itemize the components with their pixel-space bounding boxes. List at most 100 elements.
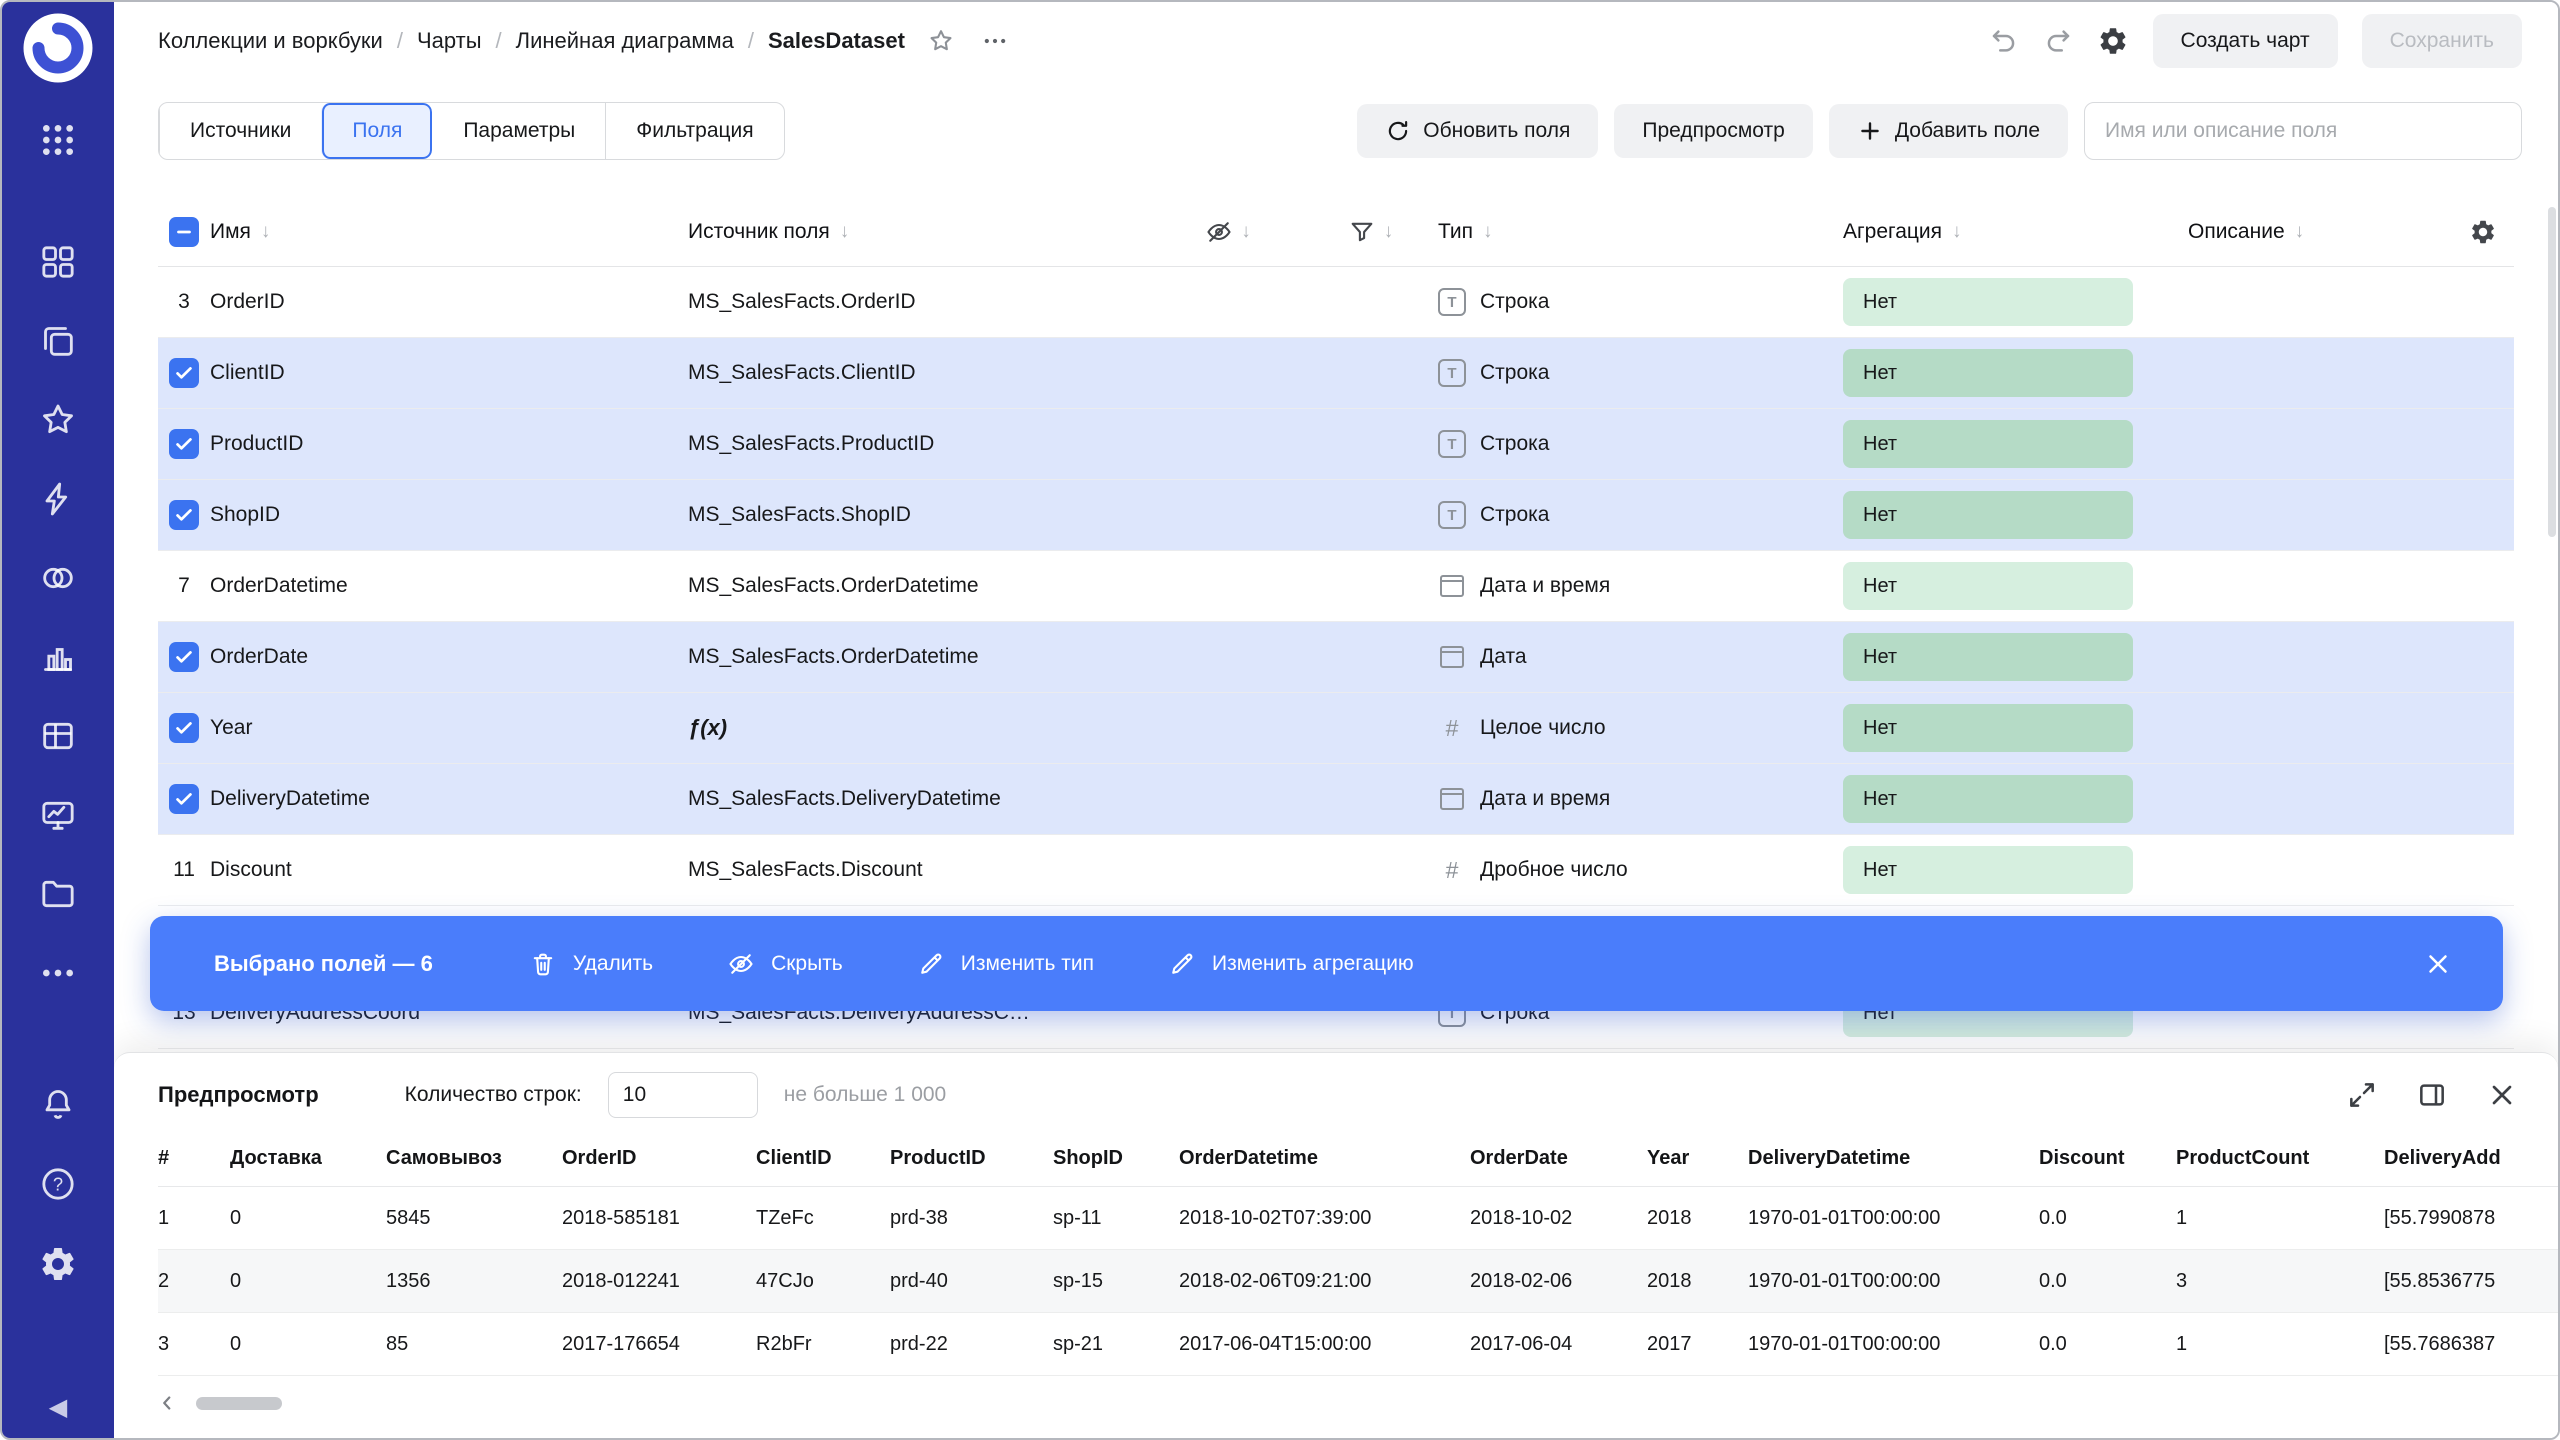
create-chart-button[interactable]: Создать чарт [2152, 14, 2338, 68]
save-button[interactable]: Сохранить [2361, 14, 2522, 68]
breadcrumb-item[interactable]: SalesDataset [768, 28, 905, 54]
dashboards-table-icon[interactable] [38, 716, 78, 756]
favorite-star-icon[interactable] [927, 27, 955, 55]
row-count-input[interactable] [607, 1072, 758, 1118]
breadcrumb-item[interactable]: Линейная диаграмма [516, 28, 734, 54]
delete-button[interactable]: Удалить [529, 950, 653, 978]
tab[interactable]: Фильтрация [605, 103, 783, 159]
table-row[interactable]: 11 Discount MS_SalesFacts.Discount Дробн… [158, 835, 2514, 906]
preview-column-header[interactable]: # [158, 1147, 230, 1170]
undo-icon[interactable] [1989, 26, 2019, 56]
collapse-sidebar-icon[interactable]: ◀ [49, 1393, 67, 1422]
row-checkbox[interactable] [169, 713, 199, 743]
row-checkbox[interactable] [169, 358, 199, 388]
table-row[interactable]: ProductID MS_SalesFacts.ProductID Строка… [158, 409, 2514, 480]
redo-icon[interactable] [2043, 26, 2073, 56]
field-search-input[interactable] [2084, 102, 2522, 160]
charts-icon[interactable] [38, 637, 78, 677]
add-field-button[interactable]: Добавить поле [1828, 104, 2068, 158]
filter-funnel-icon[interactable] [1348, 218, 1376, 246]
aggregation-badge[interactable]: Нет [1843, 349, 2133, 397]
preview-column-header[interactable]: ProductID [890, 1147, 1053, 1170]
sort-icon[interactable]: ↓ [2295, 221, 2305, 243]
scroll-left-icon[interactable] [156, 1392, 178, 1414]
column-header-name[interactable]: Имя [210, 220, 251, 244]
sort-icon[interactable]: ↓ [1483, 221, 1493, 243]
hide-button[interactable]: Скрыть [727, 950, 843, 978]
row-checkbox[interactable] [169, 642, 199, 672]
aggregation-badge[interactable]: Нет [1843, 846, 2133, 894]
sort-icon[interactable]: ↓ [840, 221, 850, 243]
preview-column-header[interactable]: Year [1647, 1147, 1748, 1170]
preview-column-header[interactable]: Доставка [230, 1147, 386, 1170]
row-checkbox[interactable] [169, 500, 199, 530]
datasets-rings-icon[interactable] [38, 558, 78, 598]
close-icon[interactable] [2423, 949, 2453, 979]
select-all-checkbox[interactable] [169, 217, 199, 247]
change-aggregation-button[interactable]: Изменить агрегацию [1168, 950, 1414, 978]
column-header-description[interactable]: Описание [2188, 220, 2285, 244]
breadcrumb-item[interactable]: Чарты [417, 28, 482, 54]
preview-column-header[interactable]: OrderID [562, 1147, 756, 1170]
dataset-settings-gear-icon[interactable] [2097, 25, 2129, 57]
column-header-source[interactable]: Источник поля [688, 220, 830, 244]
datalens-logo-icon[interactable] [22, 12, 94, 84]
table-row[interactable]: ClientID MS_SalesFacts.ClientID Строка Н… [158, 338, 2514, 409]
table-row[interactable]: DeliveryDatetime MS_SalesFacts.DeliveryD… [158, 764, 2514, 835]
aggregation-badge[interactable]: Нет [1843, 775, 2133, 823]
table-row[interactable]: 3 OrderID MS_SalesFacts.OrderID Строка [158, 267, 2514, 338]
aggregation-badge[interactable]: Нет [1843, 704, 2133, 752]
aggregation-badge[interactable]: Нет [1843, 278, 2133, 326]
refresh-fields-button[interactable]: Обновить поля [1357, 104, 1599, 158]
tab[interactable]: Параметры [432, 103, 605, 159]
help-icon[interactable]: ? [38, 1164, 78, 1204]
column-header-aggregation[interactable]: Агрегация [1843, 220, 1942, 244]
table-settings-gear-icon[interactable] [2469, 218, 2497, 246]
aggregation-badge[interactable]: Нет [1843, 491, 2133, 539]
settings-gear-icon[interactable] [38, 1244, 78, 1284]
tab[interactable]: Поля [321, 103, 433, 159]
sort-icon[interactable]: ↓ [1952, 221, 1962, 243]
preview-column-header[interactable]: OrderDate [1470, 1147, 1647, 1170]
aggregation-badge[interactable]: Нет [1843, 420, 2133, 468]
preview-column-header[interactable]: ShopID [1053, 1147, 1179, 1170]
column-header-type[interactable]: Тип [1438, 220, 1473, 244]
preview-button[interactable]: Предпросмотр [1614, 104, 1813, 158]
sort-icon[interactable]: ↓ [1384, 221, 1394, 243]
presentations-monitor-icon[interactable] [38, 795, 78, 835]
aggregation-badge[interactable]: Нет [1843, 562, 2133, 610]
hidden-eye-off-icon[interactable] [1205, 218, 1233, 246]
workbooks-icon[interactable] [38, 321, 78, 361]
more-actions-icon[interactable] [981, 27, 1009, 55]
preview-column-header[interactable]: Discount [2039, 1147, 2176, 1170]
more-ellipsis-icon[interactable] [38, 953, 78, 993]
table-row[interactable]: OrderDate MS_SalesFacts.OrderDatetime Да… [158, 622, 2514, 693]
row-checkbox[interactable] [169, 784, 199, 814]
table-row[interactable]: ShopID MS_SalesFacts.ShopID Строка Нет [158, 480, 2514, 551]
tab[interactable]: Источники [159, 103, 321, 159]
vertical-scrollbar-thumb[interactable] [2548, 207, 2556, 537]
notifications-bell-icon[interactable] [38, 1084, 78, 1124]
table-row[interactable]: Year ƒ(x) Целое число Нет [158, 693, 2514, 764]
preview-column-header[interactable]: DeliveryAdd [2384, 1147, 2558, 1170]
preview-column-header[interactable]: DeliveryDatetime [1748, 1147, 2039, 1170]
preview-column-header[interactable]: ClientID [756, 1147, 890, 1170]
connections-bolt-icon[interactable] [38, 479, 78, 519]
table-row[interactable]: 7 OrderDatetime MS_SalesFacts.OrderDatet… [158, 551, 2514, 622]
preview-column-header[interactable]: Самовывоз [386, 1147, 562, 1170]
expand-icon[interactable] [2346, 1079, 2378, 1111]
aggregation-badge[interactable]: Нет [1843, 633, 2133, 681]
preview-column-header[interactable]: OrderDatetime [1179, 1147, 1470, 1170]
preview-column-header[interactable]: ProductCount [2176, 1147, 2384, 1170]
apps-grid-icon[interactable] [38, 120, 78, 160]
horizontal-scrollbar-thumb[interactable] [196, 1396, 282, 1410]
sort-icon[interactable]: ↓ [261, 221, 271, 243]
row-checkbox[interactable] [169, 429, 199, 459]
files-folder-icon[interactable] [38, 874, 78, 914]
dock-panel-icon[interactable] [2416, 1079, 2448, 1111]
change-type-button[interactable]: Изменить тип [917, 950, 1094, 978]
sort-icon[interactable]: ↓ [1241, 221, 1251, 243]
collections-icon[interactable] [38, 242, 78, 282]
close-icon[interactable] [2486, 1079, 2518, 1111]
favorites-star-icon[interactable] [38, 400, 78, 440]
